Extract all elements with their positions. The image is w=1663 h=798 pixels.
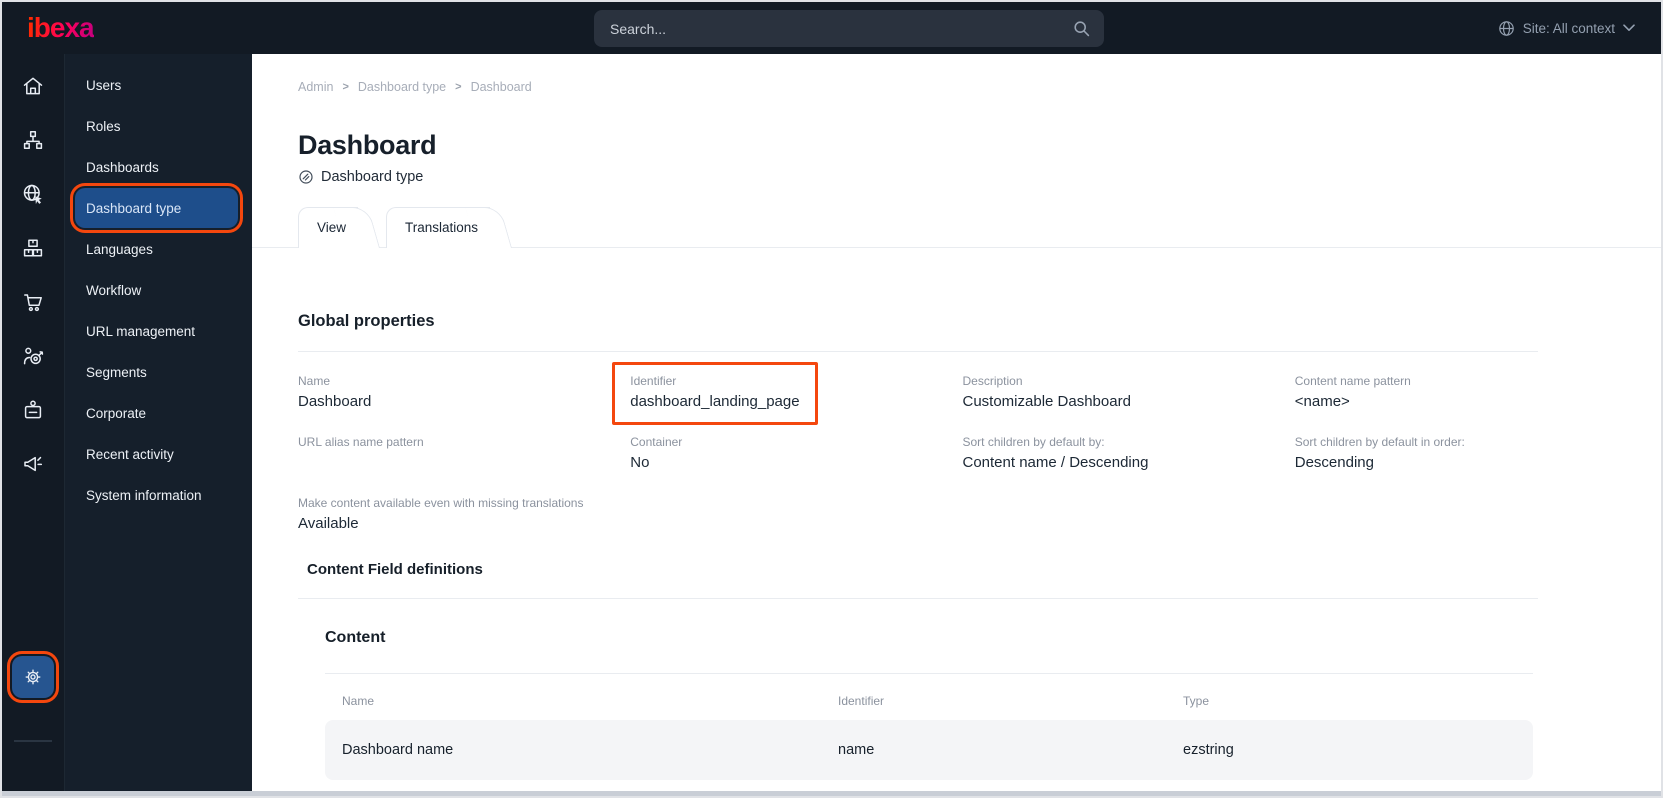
sidebar-item-recent-activity[interactable]: Recent activity: [65, 434, 252, 475]
field-definitions-table: Name Identifier Type Dashboard name name…: [325, 673, 1533, 780]
breadcrumb-current: Dashboard: [470, 80, 532, 94]
search-input[interactable]: [594, 10, 1104, 47]
tab-view[interactable]: View: [298, 207, 382, 248]
cell-field-identifier: name: [838, 742, 875, 758]
sidebar-item-dashboards[interactable]: Dashboards: [65, 147, 252, 188]
home-icon[interactable]: [21, 74, 45, 98]
tab-bar: View Translations: [298, 207, 1661, 248]
sidebar-item-roles[interactable]: Roles: [65, 106, 252, 147]
icon-rail: [2, 54, 65, 796]
campaign-icon[interactable]: [21, 452, 45, 476]
ibexa-logo: ibexa: [27, 12, 95, 43]
rail-divider: [14, 740, 52, 742]
breadcrumb-separator: >: [342, 81, 349, 93]
breadcrumb: Admin > Dashboard type > Dashboard: [298, 80, 1627, 94]
table-header-row: Name Identifier Type: [325, 694, 1533, 708]
app-window: ibexa Site: All context: [0, 0, 1663, 798]
breadcrumb-dashboard-type[interactable]: Dashboard type: [358, 80, 446, 94]
content-type-icon: [299, 170, 313, 184]
sidebar-item-workflow[interactable]: Workflow: [65, 270, 252, 311]
tab-translations[interactable]: Translations: [386, 207, 514, 248]
content-group-heading: Content: [325, 629, 386, 646]
field-identifier: Identifier dashboard_landing_page: [612, 362, 962, 425]
field-url-alias-name-pattern: URL alias name pattern: [298, 435, 424, 449]
customer-icon[interactable]: [21, 398, 45, 422]
identifier-annotation-box: Identifier dashboard_landing_page: [612, 362, 818, 425]
content-field-definitions-heading: Content Field definitions: [307, 561, 483, 578]
search-icon[interactable]: [1072, 19, 1091, 38]
window-bottom-edge: [2, 791, 1661, 796]
commerce-icon[interactable]: [21, 290, 45, 314]
admin-menu: Users Roles Dashboards Dashboard type La…: [65, 54, 252, 796]
breadcrumb-separator: >: [455, 81, 462, 93]
site-context-selector[interactable]: Site: All context: [1498, 2, 1635, 54]
sidebar-item-users[interactable]: Users: [65, 65, 252, 106]
cell-field-name: Dashboard name: [342, 742, 454, 758]
sidebar-item-system-information[interactable]: System information: [65, 475, 252, 516]
sidebar-item-segments[interactable]: Segments: [65, 352, 252, 393]
field-name: Name Dashboard: [298, 374, 372, 410]
field-container: Container No: [630, 435, 683, 471]
field-description: Description Customizable Dashboard: [962, 374, 1131, 410]
global-properties-heading: Global properties: [298, 312, 435, 330]
section-divider: [298, 598, 1538, 599]
gear-icon: [25, 669, 41, 685]
personalization-icon[interactable]: [21, 344, 45, 368]
top-bar: ibexa Site: All context: [2, 2, 1661, 54]
chevron-down-icon: [1623, 24, 1635, 31]
main-content: Admin > Dashboard type > Dashboard Dashb…: [252, 54, 1661, 796]
global-search: [594, 10, 1104, 47]
table-row: Dashboard name name ezstring: [325, 720, 1533, 780]
sidebar-item-corporate[interactable]: Corporate: [65, 393, 252, 434]
table-header-name: Name: [342, 694, 375, 708]
site-icon[interactable]: [21, 182, 45, 206]
cell-field-type: ezstring: [1183, 742, 1234, 758]
sidebar-item-url-management[interactable]: URL management: [65, 311, 252, 352]
settings-button[interactable]: [7, 651, 59, 703]
global-properties-grid: Name Dashboard Identifier dashboard_land…: [298, 362, 1627, 533]
sidebar-item-languages[interactable]: Languages: [65, 229, 252, 270]
field-sort-children-order: Sort children by default in order: Desce…: [1294, 435, 1465, 471]
content-type-subtitle: Dashboard type: [298, 169, 1627, 185]
table-header-identifier: Identifier: [838, 694, 885, 708]
table-divider: [325, 673, 1533, 674]
site-context-label: Site: All context: [1522, 20, 1615, 36]
section-divider: [298, 351, 1538, 352]
sidebar-item-dashboard-type[interactable]: Dashboard type: [70, 183, 243, 233]
field-missing-translations: Make content available even with missing…: [298, 496, 584, 532]
product-catalog-icon[interactable]: [21, 236, 45, 260]
content-tree-icon[interactable]: [21, 128, 45, 152]
tab-content-panel: Global properties Name Dashboard Identif…: [252, 247, 1661, 796]
breadcrumb-admin[interactable]: Admin: [298, 80, 333, 94]
table-header-type: Type: [1183, 694, 1210, 708]
globe-icon: [1498, 20, 1514, 36]
page-title: Dashboard: [298, 130, 437, 160]
content-type-label: Dashboard type: [321, 169, 424, 185]
field-content-name-pattern: Content name pattern <name>: [1294, 374, 1411, 410]
field-sort-children-by: Sort children by default by: Content nam…: [962, 435, 1149, 471]
